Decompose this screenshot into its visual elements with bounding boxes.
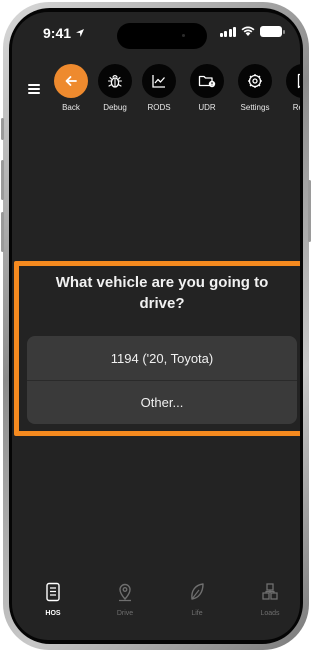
receipt-icon: [297, 73, 300, 89]
boxes-icon: [262, 583, 278, 600]
gear-icon: [248, 74, 262, 88]
nav-item-drive[interactable]: Drive: [100, 582, 150, 617]
dialog-title: What vehicle are you going to drive?: [55, 274, 269, 312]
settings-label: Settings: [240, 103, 270, 112]
app-screen: 9:41 Back Debug RODS UDR Settings R What…: [12, 12, 300, 640]
dynamic-island: [117, 23, 207, 49]
udr-label: UDR: [198, 103, 216, 112]
nav-item-loads[interactable]: Loads: [245, 582, 295, 617]
map-pin-icon: [119, 583, 131, 602]
vehicle-option-1194[interactable]: 1194 ('20, Toyota): [27, 336, 297, 380]
location-arrow-icon: [76, 29, 85, 37]
logbook-icon: [46, 582, 60, 602]
status-bar: 9:41: [12, 12, 300, 56]
nav-label-loads: Loads: [260, 610, 280, 617]
nav-item-hos[interactable]: HOS: [28, 582, 78, 617]
rods-button[interactable]: RODS: [132, 64, 186, 112]
receipts-label: Recei: [292, 103, 300, 112]
nav-label-life: Life: [191, 610, 203, 617]
wifi-icon: [241, 26, 255, 36]
power-button: [308, 180, 311, 242]
bottom-nav: HOS Drive Life Loads: [12, 582, 300, 632]
receipts-button[interactable]: Recei: [276, 64, 300, 112]
vehicle-option-list: 1194 ('20, Toyota) Other...: [27, 336, 297, 424]
nav-item-life[interactable]: Life: [172, 582, 222, 617]
bug-icon: [107, 74, 123, 88]
menu-icon[interactable]: [28, 84, 40, 94]
nav-label-drive: Drive: [116, 610, 134, 617]
top-toolbar: Back Debug RODS UDR Settings R: [12, 52, 300, 118]
folder-alert-icon: [198, 75, 216, 88]
settings-button[interactable]: Settings: [228, 64, 282, 112]
status-icons: [219, 26, 285, 37]
leaf-icon: [191, 583, 204, 600]
line-chart-icon: [152, 75, 165, 88]
rods-label: RODS: [147, 103, 171, 112]
cellular-signal-icon: [219, 26, 236, 37]
clock-text: 9:41: [43, 25, 72, 41]
volume-up-button: [1, 160, 4, 200]
arrow-left-icon: [65, 76, 77, 86]
status-time: 9:41: [43, 25, 85, 41]
battery-icon: [260, 26, 285, 37]
nav-label-hos: HOS: [45, 610, 61, 617]
vehicle-option-other[interactable]: Other...: [27, 380, 297, 424]
volume-down-button: [1, 212, 4, 252]
udr-button[interactable]: UDR: [180, 64, 234, 112]
action-button: [1, 118, 4, 140]
